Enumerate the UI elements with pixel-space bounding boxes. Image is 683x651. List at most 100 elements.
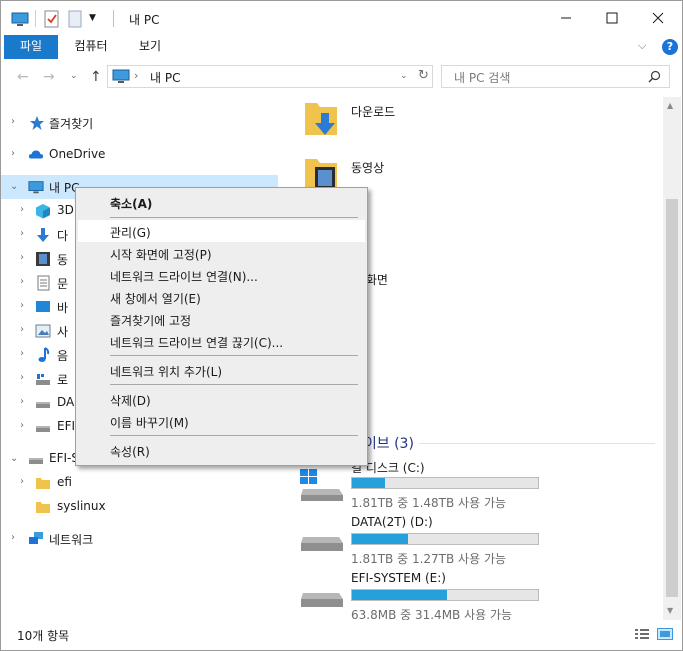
maximize-button[interactable] xyxy=(589,1,635,35)
help-button[interactable]: ? xyxy=(662,39,678,55)
back-arrow-icon[interactable]: ← xyxy=(17,69,29,85)
folder-label: 동영상 xyxy=(351,161,385,175)
drive-usage-bar xyxy=(351,477,539,489)
menu-item-properties[interactable]: 속성(R) xyxy=(78,439,365,461)
chevron-right-icon[interactable]: › xyxy=(11,148,15,159)
nav-item-network[interactable]: › 네트워크 xyxy=(1,527,278,551)
tab-file[interactable]: 파일 xyxy=(4,35,58,59)
menu-item-add-network-location[interactable]: 네트워크 위치 추가(L) xyxy=(78,359,365,381)
refresh-icon[interactable]: ↻ xyxy=(418,68,429,83)
chevron-right-icon[interactable]: › xyxy=(20,300,24,311)
drive-usage-fill xyxy=(352,534,408,544)
close-button[interactable] xyxy=(635,1,681,35)
chevron-right-icon[interactable]: › xyxy=(11,116,15,127)
menu-item-manage[interactable]: 관리(G) xyxy=(78,220,365,242)
chevron-right-icon[interactable]: › xyxy=(20,276,24,287)
qa-dropdown-icon[interactable]: ▼ xyxy=(89,13,96,23)
drive-icon xyxy=(29,458,43,464)
drive-free-space: 1.81TB 중 1.27TB 사용 가능 xyxy=(351,552,507,566)
tiles-view-icon[interactable] xyxy=(657,628,673,640)
drive-icon xyxy=(301,537,343,551)
drive-usage-fill xyxy=(352,478,386,488)
recent-dropdown-icon[interactable]: ⌄ xyxy=(70,71,78,81)
menu-item-map-network-drive[interactable]: 네트워크 드라이브 연결(N)... xyxy=(78,264,365,286)
nav-item-label: 3D xyxy=(57,203,74,217)
new-folder-icon[interactable] xyxy=(68,10,82,28)
chevron-right-icon[interactable]: › xyxy=(20,476,24,487)
music-icon xyxy=(38,347,50,362)
drive-c[interactable]: 컬 디스크 (C:) 1.81TB 중 1.48TB 사용 가능 xyxy=(279,459,659,515)
folder-label: 다운로드 xyxy=(351,105,396,119)
drive-icon xyxy=(36,426,50,432)
menu-item-rename[interactable]: 이름 바꾸기(M) xyxy=(78,410,365,432)
chevron-right-icon[interactable]: › xyxy=(20,228,24,239)
chevron-right-icon[interactable]: › xyxy=(20,204,24,215)
folder-downloads[interactable]: 다운로드 xyxy=(279,99,659,155)
drive-e[interactable]: EFI-SYSTEM (E:) 63.8MB 중 31.4MB 사용 가능 xyxy=(279,571,659,627)
search-placeholder: 내 PC 검색 xyxy=(454,71,511,85)
minimize-button[interactable] xyxy=(543,1,589,35)
item-count: 10개 항목 xyxy=(17,629,70,643)
nav-item-label: DA xyxy=(57,395,75,409)
menu-item-pin-quick-access[interactable]: 즐겨찾기에 고정 xyxy=(78,308,365,330)
chevron-down-icon[interactable]: ⌄ xyxy=(10,453,18,464)
properties-icon[interactable] xyxy=(44,10,60,28)
tab-computer[interactable]: 컴퓨터 xyxy=(59,35,123,59)
ribbon-expand-icon[interactable]: ⌵ xyxy=(638,39,646,53)
chevron-right-icon[interactable]: › xyxy=(20,324,24,335)
drive-usage-bar xyxy=(351,589,539,601)
scroll-thumb[interactable] xyxy=(666,199,678,597)
star-icon xyxy=(30,116,44,130)
address-dropdown-icon[interactable]: ⌄ xyxy=(400,71,408,81)
nav-item-label: efi xyxy=(57,475,72,489)
chevron-right-icon[interactable]: › xyxy=(20,396,24,407)
chevron-down-icon[interactable]: ⌄ xyxy=(10,181,18,192)
details-view-icon[interactable] xyxy=(634,628,650,640)
window-title: 내 PC xyxy=(129,13,160,27)
chevron-right-icon[interactable]: › xyxy=(20,420,24,431)
downloads-folder-icon xyxy=(305,103,337,135)
chevron-right-icon[interactable]: › xyxy=(11,532,15,543)
title-bar: ▼ 내 PC xyxy=(1,1,682,35)
search-input[interactable]: 내 PC 검색 xyxy=(441,65,670,88)
tab-view[interactable]: 보기 xyxy=(123,35,177,59)
ribbon-tabs: 파일 컴퓨터 보기 ⌵ ? xyxy=(1,35,682,59)
address-bar[interactable]: › 내 PC ⌄ ↻ xyxy=(107,65,518,88)
picture-icon xyxy=(35,324,51,338)
drive-free-space: 1.81TB 중 1.48TB 사용 가능 xyxy=(351,496,507,510)
menu-item-disconnect-network-drive[interactable]: 네트워크 드라이브 연결 끊기(C)... xyxy=(78,330,365,352)
chevron-right-icon[interactable]: › xyxy=(20,252,24,263)
menu-item-pin-to-start[interactable]: 시작 화면에 고정(P) xyxy=(78,242,365,264)
nav-item-label: EFI xyxy=(57,419,76,433)
nav-item-label: 로 xyxy=(57,373,69,387)
scroll-down-icon[interactable]: ▼ xyxy=(667,606,673,615)
drive-d[interactable]: DATA(2T) (D:) 1.81TB 중 1.27TB 사용 가능 xyxy=(279,515,659,571)
network-icon xyxy=(29,532,43,544)
scroll-up-icon[interactable]: ▲ xyxy=(667,101,673,110)
nav-item-label: 동 xyxy=(57,253,69,267)
breadcrumb[interactable]: 내 PC xyxy=(150,69,180,86)
nav-item-efi-folder[interactable]: › efi xyxy=(1,471,278,495)
forward-arrow-icon[interactable]: → xyxy=(43,69,55,85)
nav-item-label: 사 xyxy=(57,325,69,339)
menu-item-delete[interactable]: 삭제(D) xyxy=(78,388,365,410)
drive-usage-fill xyxy=(352,590,447,600)
menu-item-open-new-window[interactable]: 새 창에서 열기(E) xyxy=(78,286,365,308)
vertical-scrollbar[interactable]: ▲ ▼ xyxy=(663,97,681,620)
desktop-icon xyxy=(36,301,50,312)
chevron-right-icon[interactable]: › xyxy=(20,348,24,359)
chevron-right-icon[interactable]: › xyxy=(20,372,24,383)
nav-item-label: 문 xyxy=(57,277,69,291)
nav-item-quick-access[interactable]: › 즐겨찾기 xyxy=(1,111,278,135)
pc-icon xyxy=(28,181,44,194)
nav-item-syslinux[interactable]: syslinux xyxy=(1,495,278,519)
menu-item-collapse[interactable]: 축소(A) xyxy=(78,191,365,213)
search-icon xyxy=(648,70,661,83)
nav-item-label: 다 xyxy=(57,229,69,243)
nav-item-onedrive[interactable]: › OneDrive xyxy=(1,143,278,167)
document-icon xyxy=(37,275,50,291)
up-arrow-icon[interactable]: ↑ xyxy=(90,69,102,85)
context-menu: 축소(A) 관리(G) 시작 화면에 고정(P) 네트워크 드라이브 연결(N)… xyxy=(75,187,368,466)
pc-icon xyxy=(112,69,130,83)
3d-objects-icon xyxy=(36,204,50,219)
